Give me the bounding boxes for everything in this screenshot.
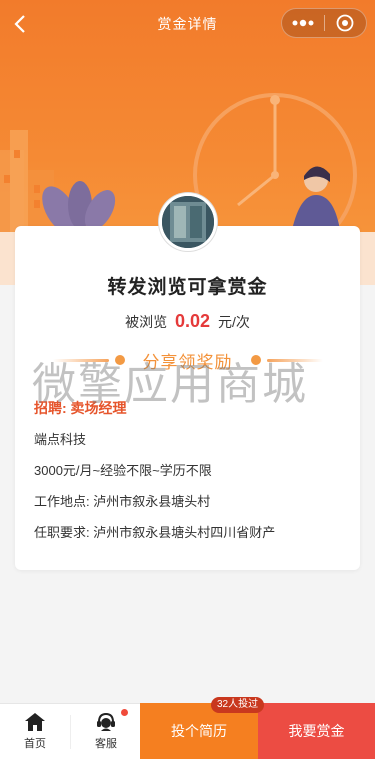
card-title: 转发浏览可拿赏金 xyxy=(107,277,268,298)
share-reward-button[interactable]: 分享领奖励 xyxy=(0,347,375,373)
job-requirement: 任职要求: 泸州市叙永县塘头村四川省财产 xyxy=(34,525,276,540)
views-reward-line: 被浏览 0.02 元/次 xyxy=(0,311,375,332)
page-title: 赏金详情 xyxy=(157,16,218,32)
company-avatar xyxy=(159,193,217,251)
share-text: 分享领奖励 xyxy=(142,352,233,372)
navigation-bar: 赏金详情 xyxy=(0,0,375,48)
get-reward-button[interactable]: 我要赏金 xyxy=(258,703,375,759)
tab-service-label: 客服 xyxy=(95,738,117,750)
tab-service[interactable]: 客服 xyxy=(71,704,141,759)
avatar-image xyxy=(162,196,214,248)
share-dot-left xyxy=(114,355,125,365)
more-dots-icon xyxy=(292,19,314,27)
chevron-left-icon xyxy=(14,15,25,33)
tab-home-label: 首页 xyxy=(24,738,46,750)
views-amount: 0.02 xyxy=(175,311,211,331)
home-icon xyxy=(25,713,45,731)
notification-dot xyxy=(121,709,128,716)
applicants-count-badge: 32人投过 xyxy=(211,697,265,713)
work-location: 工作地点: 泸州市叙永县塘头村 xyxy=(34,494,211,509)
company-name: 端点科技 xyxy=(34,432,87,447)
share-line-left xyxy=(52,358,109,362)
tab-home[interactable]: 首页 xyxy=(0,704,70,759)
views-prefix: 被浏览 xyxy=(125,314,168,330)
more-button[interactable] xyxy=(282,9,324,37)
customer-service-icon xyxy=(97,712,115,731)
job-title: 招聘: 卖场经理 xyxy=(34,400,127,416)
mini-program-capsule xyxy=(281,8,367,38)
views-suffix: 元/次 xyxy=(217,314,250,330)
screen: 赏金详情 转发浏览可拿赏金 被浏览 0.02 元/次 分享领奖励 招聘: 卖场经… xyxy=(0,0,375,759)
share-dot-right xyxy=(250,355,261,365)
share-line-right xyxy=(266,358,323,362)
target-close-icon xyxy=(336,14,354,32)
close-button[interactable] xyxy=(324,9,366,37)
salary-info: 3000元/月~经验不限~学历不限 xyxy=(34,463,212,478)
back-button[interactable] xyxy=(6,10,34,38)
